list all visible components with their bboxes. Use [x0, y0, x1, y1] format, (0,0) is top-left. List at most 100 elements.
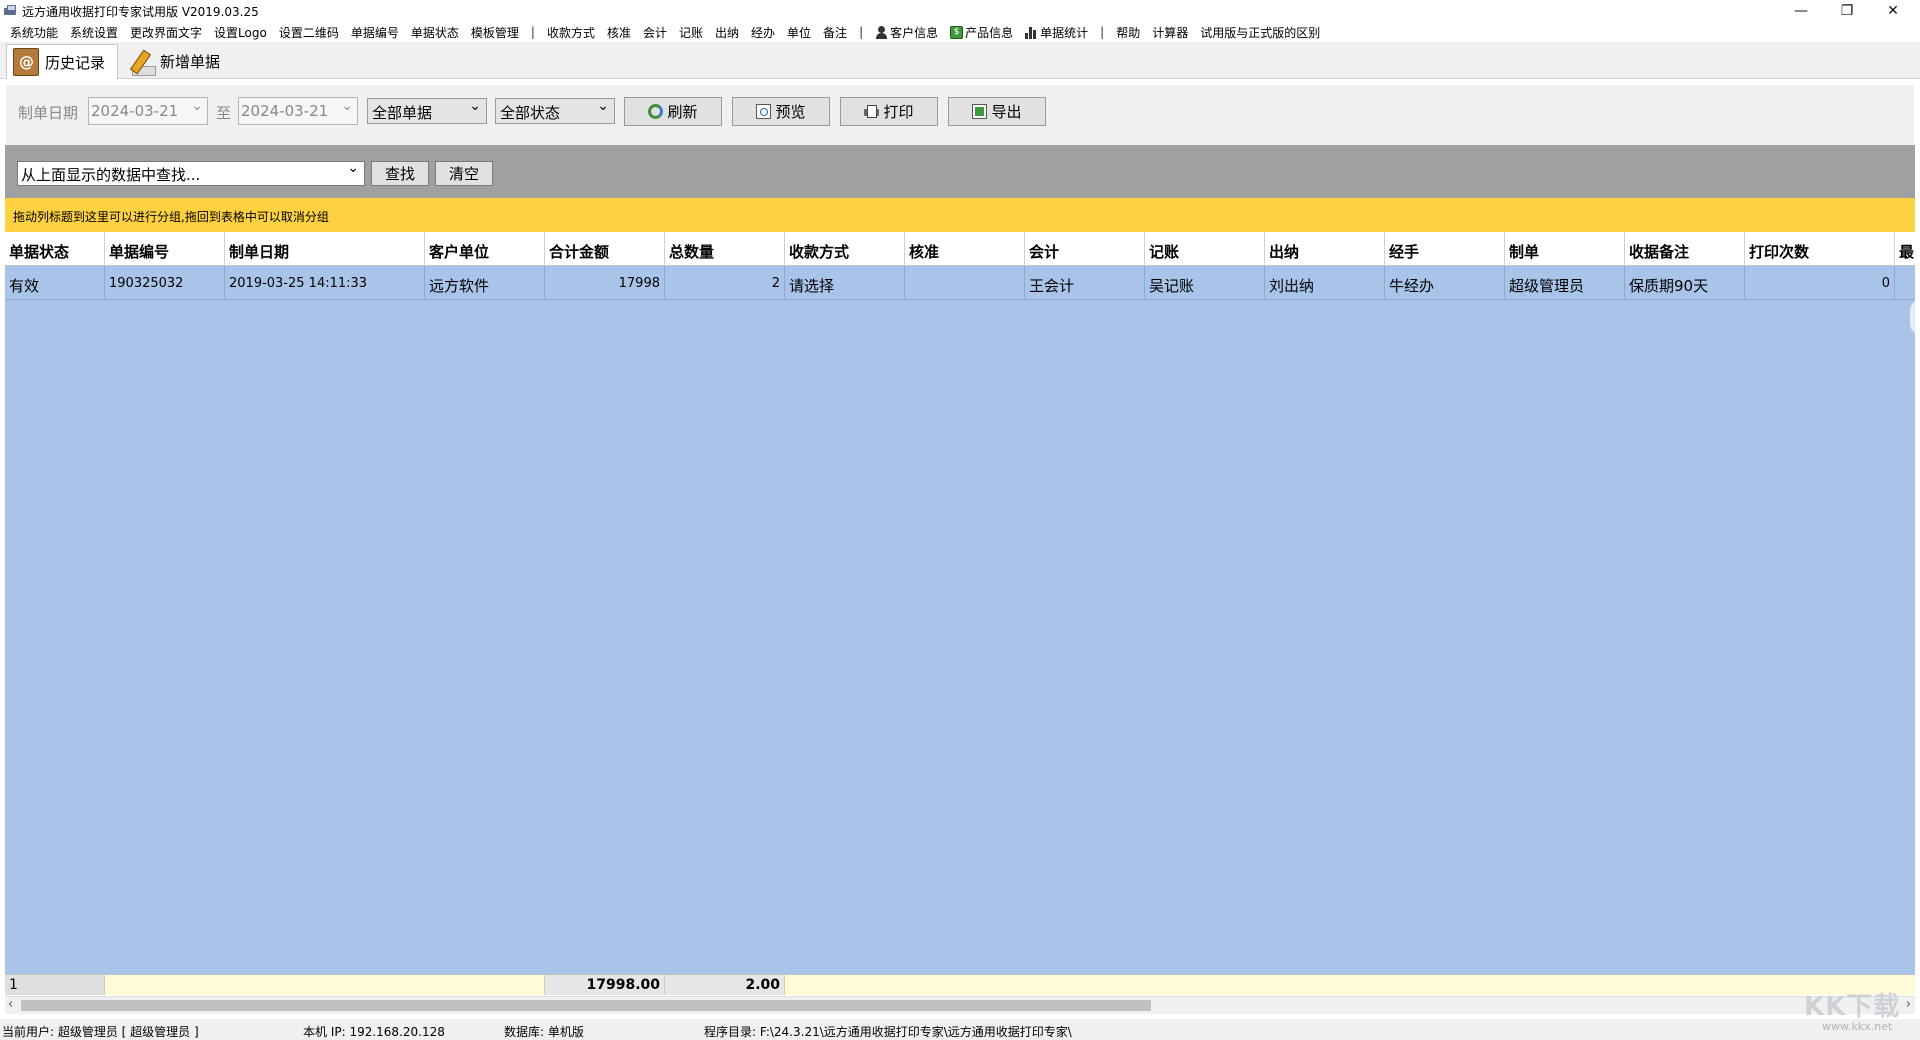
menu-set-qrcode[interactable]: 设置二维码	[273, 22, 345, 42]
column-header[interactable]: 核准	[905, 232, 1025, 266]
column-header[interactable]: 收款方式	[785, 232, 905, 266]
menu-doc-statistics[interactable]: 单据统计	[1019, 22, 1094, 42]
menu-system-functions[interactable]: 系统功能	[4, 22, 64, 42]
records-grid[interactable]: 单据状态 单据编号 制单日期 客户单位 合计金额 总数量 收款方式 核准 会计 …	[5, 232, 1915, 974]
column-header[interactable]: 最	[1895, 232, 1915, 266]
menu-calculator[interactable]: 计算器	[1146, 22, 1194, 42]
menu-set-logo[interactable]: 设置Logo	[208, 22, 273, 42]
summary-total-quantity: 2.00	[665, 975, 785, 995]
cell-print-count: 0	[1745, 266, 1895, 300]
table-row[interactable]: 有效 190325032 2019-03-25 14:11:33 远方软件 17…	[5, 266, 1915, 300]
menu-payment-method[interactable]: 收款方式	[541, 22, 601, 42]
column-header[interactable]: 单据状态	[5, 232, 105, 266]
cell-approve	[905, 266, 1025, 300]
column-header[interactable]: 记账	[1145, 232, 1265, 266]
column-header[interactable]: 打印次数	[1745, 232, 1895, 266]
preview-button[interactable]: 预览	[732, 97, 830, 126]
cell-cashier: 刘出纳	[1265, 266, 1385, 300]
cell-doc-number: 190325032	[105, 266, 225, 300]
export-icon	[972, 104, 988, 119]
cell-creator: 超级管理员	[1505, 266, 1625, 300]
column-header[interactable]: 总数量	[665, 232, 785, 266]
side-handle[interactable]	[1910, 300, 1920, 334]
scrollbar-thumb[interactable]	[21, 1000, 1151, 1011]
menu-unit[interactable]: 单位	[781, 22, 817, 42]
menu-system-settings[interactable]: 系统设置	[64, 22, 124, 42]
refresh-button[interactable]: 刷新	[624, 97, 722, 126]
menu-approve[interactable]: 核准	[601, 22, 637, 42]
menu-product-info-label: 产品信息	[965, 25, 1014, 40]
cell-payment-method: 请选择	[785, 266, 905, 300]
cell-bookkeeper: 吴记账	[1145, 266, 1265, 300]
export-button[interactable]: 导出	[948, 97, 1046, 126]
money-icon: $	[950, 25, 964, 39]
person-icon	[875, 25, 888, 39]
menu-change-ui-text[interactable]: 更改界面文字	[124, 22, 208, 42]
close-button[interactable]: ✕	[1870, 0, 1916, 22]
menu-template-manage[interactable]: 模板管理	[465, 22, 525, 42]
cell-total-amount: 17998	[545, 266, 665, 300]
column-header[interactable]: 单据编号	[105, 232, 225, 266]
tab-new-document-label: 新增单据	[160, 53, 221, 71]
minimize-button[interactable]: —	[1778, 0, 1824, 22]
tab-history[interactable]: 历史记录	[6, 44, 118, 79]
group-by-panel[interactable]: 拖动列标题到这里可以进行分组,拖回到表格中可以取消分组	[5, 198, 1915, 232]
menu-handler[interactable]: 经办	[745, 22, 781, 42]
menu-cashier[interactable]: 出纳	[709, 22, 745, 42]
summary-total-amount: 17998.00	[545, 975, 665, 995]
menu-product-info[interactable]: $ 产品信息	[944, 22, 1019, 42]
menu-doc-status[interactable]: 单据状态	[405, 22, 465, 42]
column-header[interactable]: 合计金额	[545, 232, 665, 266]
column-header[interactable]: 会计	[1025, 232, 1145, 266]
status-filter-select[interactable]: 全部状态	[495, 98, 615, 124]
maximize-button[interactable]: ❐	[1824, 0, 1870, 22]
status-bar: 当前用户: 超级管理员 [ 超级管理员 ] 本机 IP: 192.168.20.…	[0, 1019, 1920, 1040]
grid-header: 单据状态 单据编号 制单日期 客户单位 合计金额 总数量 收款方式 核准 会计 …	[5, 232, 1915, 266]
print-button[interactable]: 打印	[840, 97, 938, 126]
menu-trial-vs-full[interactable]: 试用版与正式版的区别	[1194, 22, 1326, 42]
cell-total-quantity: 2	[665, 266, 785, 300]
menu-accountant[interactable]: 会计	[637, 22, 673, 42]
preview-button-label: 预览	[775, 103, 806, 121]
scroll-left-icon[interactable]: ‹	[8, 997, 13, 1012]
status-path: 程序目录: F:\24.3.21\远方通用收据打印专家\远方通用收据打印专家\	[704, 1025, 1072, 1039]
menu-separator: |	[530, 25, 535, 39]
search-input[interactable]: 从上面显示的数据中查找...	[17, 160, 365, 186]
tab-new-document[interactable]: 新增单据	[122, 44, 234, 79]
date-to-picker[interactable]: 2024-03-21	[238, 97, 358, 125]
horizontal-scrollbar[interactable]: ‹ ›	[5, 996, 1915, 1014]
summary-spacer	[105, 975, 545, 995]
status-user: 当前用户: 超级管理员 [ 超级管理员 ]	[2, 1025, 199, 1039]
clear-button[interactable]: 清空	[435, 161, 493, 186]
summary-count: 1	[5, 975, 105, 995]
menu-doc-number[interactable]: 单据编号	[345, 22, 405, 42]
column-header[interactable]: 出纳	[1265, 232, 1385, 266]
scroll-right-icon[interactable]: ›	[1906, 997, 1911, 1012]
column-header[interactable]: 制单	[1505, 232, 1625, 266]
menu-customer-info[interactable]: 客户信息	[869, 22, 944, 42]
menu-separator: |	[859, 25, 864, 39]
date-to-label: 至	[216, 104, 232, 122]
cell-accountant: 王会计	[1025, 266, 1145, 300]
column-header[interactable]: 经手	[1385, 232, 1505, 266]
bar-chart-icon	[1025, 26, 1038, 39]
app-printer-icon	[4, 5, 18, 17]
column-header[interactable]: 收据备注	[1625, 232, 1745, 266]
find-button[interactable]: 查找	[371, 161, 429, 186]
column-header[interactable]: 客户单位	[425, 232, 545, 266]
menu-help[interactable]: 帮助	[1110, 22, 1146, 42]
menu-remark[interactable]: 备注	[817, 22, 853, 42]
status-ip: 本机 IP: 192.168.20.128	[303, 1025, 445, 1039]
cell-customer: 远方软件	[425, 266, 545, 300]
column-header[interactable]: 制单日期	[225, 232, 425, 266]
doc-filter-select[interactable]: 全部单据	[367, 98, 487, 124]
search-panel: 从上面显示的数据中查找... 查找 清空	[5, 145, 1915, 198]
preview-icon	[756, 104, 772, 119]
date-from-picker[interactable]: 2024-03-21	[88, 97, 208, 125]
menu-bookkeeping[interactable]: 记账	[673, 22, 709, 42]
cell-handler: 牛经办	[1385, 266, 1505, 300]
printer-icon	[864, 104, 880, 119]
summary-row: 1 17998.00 2.00	[5, 974, 1915, 995]
cell-last	[1895, 266, 1915, 300]
cell-status: 有效	[5, 266, 105, 300]
